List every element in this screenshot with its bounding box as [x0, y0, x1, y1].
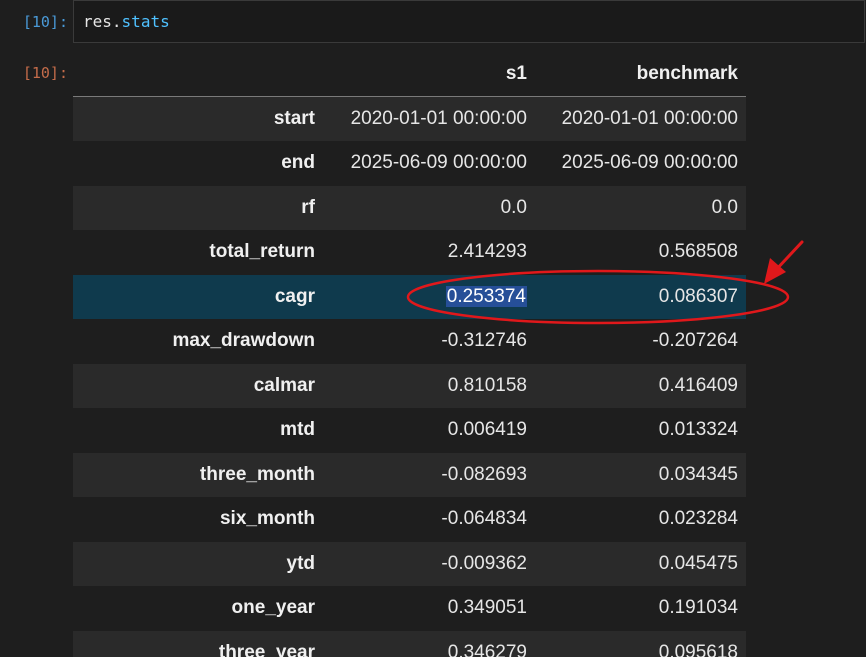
row-label: total_return	[209, 241, 315, 263]
row-label: calmar	[253, 374, 315, 396]
row-label: one_year	[231, 597, 315, 619]
code-cell-editor[interactable]: res.stats	[73, 0, 865, 43]
cell-s1[interactable]: 2020-01-01 00:00:00	[323, 97, 535, 142]
notebook-view: [10]: res.stats [10]: s1 benchmark start…	[0, 0, 866, 657]
cell-benchmark[interactable]: 0.023284	[535, 497, 746, 542]
code-line[interactable]: res.stats	[83, 12, 170, 31]
column-header-benchmark: benchmark	[535, 52, 746, 97]
cell-benchmark[interactable]: 0.013324	[535, 408, 746, 453]
table-row: start 2020-01-01 00:00:00 2020-01-01 00:…	[73, 96, 746, 142]
table-row: calmar 0.810158 0.416409	[73, 363, 746, 409]
table-row: three_month -0.082693 0.034345	[73, 452, 746, 498]
cell-s1[interactable]: -0.009362	[323, 542, 535, 587]
row-label: end	[281, 152, 315, 174]
output-prompt: [10]:	[22, 64, 68, 82]
table-header-row: s1 benchmark	[73, 52, 746, 97]
row-label: start	[273, 108, 315, 129]
cell-benchmark[interactable]: 2020-01-01 00:00:00	[535, 97, 746, 142]
arrow-icon	[764, 240, 804, 284]
cell-s1[interactable]: -0.082693	[323, 453, 535, 498]
cell-s1[interactable]: 0.349051	[323, 586, 535, 631]
cell-s1[interactable]: 0.346279	[323, 631, 535, 657]
cell-benchmark[interactable]: 0.034345	[535, 453, 746, 498]
cell-benchmark[interactable]: 0.0	[535, 186, 746, 231]
row-label: mtd	[280, 419, 315, 441]
row-label: cagr	[274, 285, 315, 307]
cell-s1[interactable]: -0.064834	[323, 497, 535, 542]
cell-benchmark[interactable]: 0.568508	[535, 230, 746, 275]
code-object: res	[83, 12, 112, 31]
cell-s1[interactable]: 2025-06-09 00:00:00	[323, 141, 535, 186]
row-label: max_drawdown	[172, 330, 315, 352]
cell-benchmark[interactable]: 2025-06-09 00:00:00	[535, 141, 746, 186]
cell-s1[interactable]: 0.810158	[323, 364, 535, 409]
cell-benchmark[interactable]: 0.045475	[535, 542, 746, 587]
cell-benchmark[interactable]: 0.095618	[535, 631, 746, 657]
cell-s1[interactable]: 0.006419	[323, 408, 535, 453]
output-area: s1 benchmark start 2020-01-01 00:00:00 2…	[73, 52, 746, 657]
row-label: rf	[301, 196, 315, 218]
cell-s1[interactable]: 2.414293	[323, 230, 535, 275]
selected-text[interactable]: 0.253374	[445, 285, 527, 307]
cell-s1[interactable]: -0.312746	[323, 319, 535, 364]
index-header	[73, 52, 323, 97]
table-row: total_return 2.414293 0.568508	[73, 230, 746, 275]
table-row: end 2025-06-09 00:00:00 2025-06-09 00:00…	[73, 141, 746, 186]
table-row: mtd 0.006419 0.013324	[73, 408, 746, 453]
table-row: six_month -0.064834 0.023284	[73, 497, 746, 542]
row-label: ytd	[286, 552, 316, 574]
row-label: six_month	[219, 508, 315, 530]
cell-benchmark[interactable]: 0.191034	[535, 586, 746, 631]
table-row: ytd -0.009362 0.045475	[73, 541, 746, 587]
column-header-s1: s1	[323, 52, 535, 97]
cell-benchmark[interactable]: 0.416409	[535, 364, 746, 409]
cell-s1[interactable]: 0.0	[323, 186, 535, 231]
table-row-highlighted: cagr 0.253374 0.086307	[73, 274, 746, 320]
dataframe-table: s1 benchmark start 2020-01-01 00:00:00 2…	[73, 52, 746, 657]
code-attribute: stats	[121, 12, 170, 31]
input-prompt: [10]:	[22, 13, 68, 31]
table-row: rf 0.0 0.0	[73, 185, 746, 231]
cell-s1[interactable]: 0.253374	[323, 275, 535, 320]
cell-benchmark[interactable]: 0.086307	[535, 275, 746, 320]
row-label: three_year	[218, 641, 315, 657]
code-dot: .	[111, 12, 122, 31]
cell-benchmark[interactable]: -0.207264	[535, 319, 746, 364]
table-row: max_drawdown -0.312746 -0.207264	[73, 319, 746, 364]
row-label: three_month	[199, 463, 315, 485]
table-row: three_year 0.346279 0.095618	[73, 630, 746, 657]
table-row: one_year 0.349051 0.191034	[73, 586, 746, 631]
